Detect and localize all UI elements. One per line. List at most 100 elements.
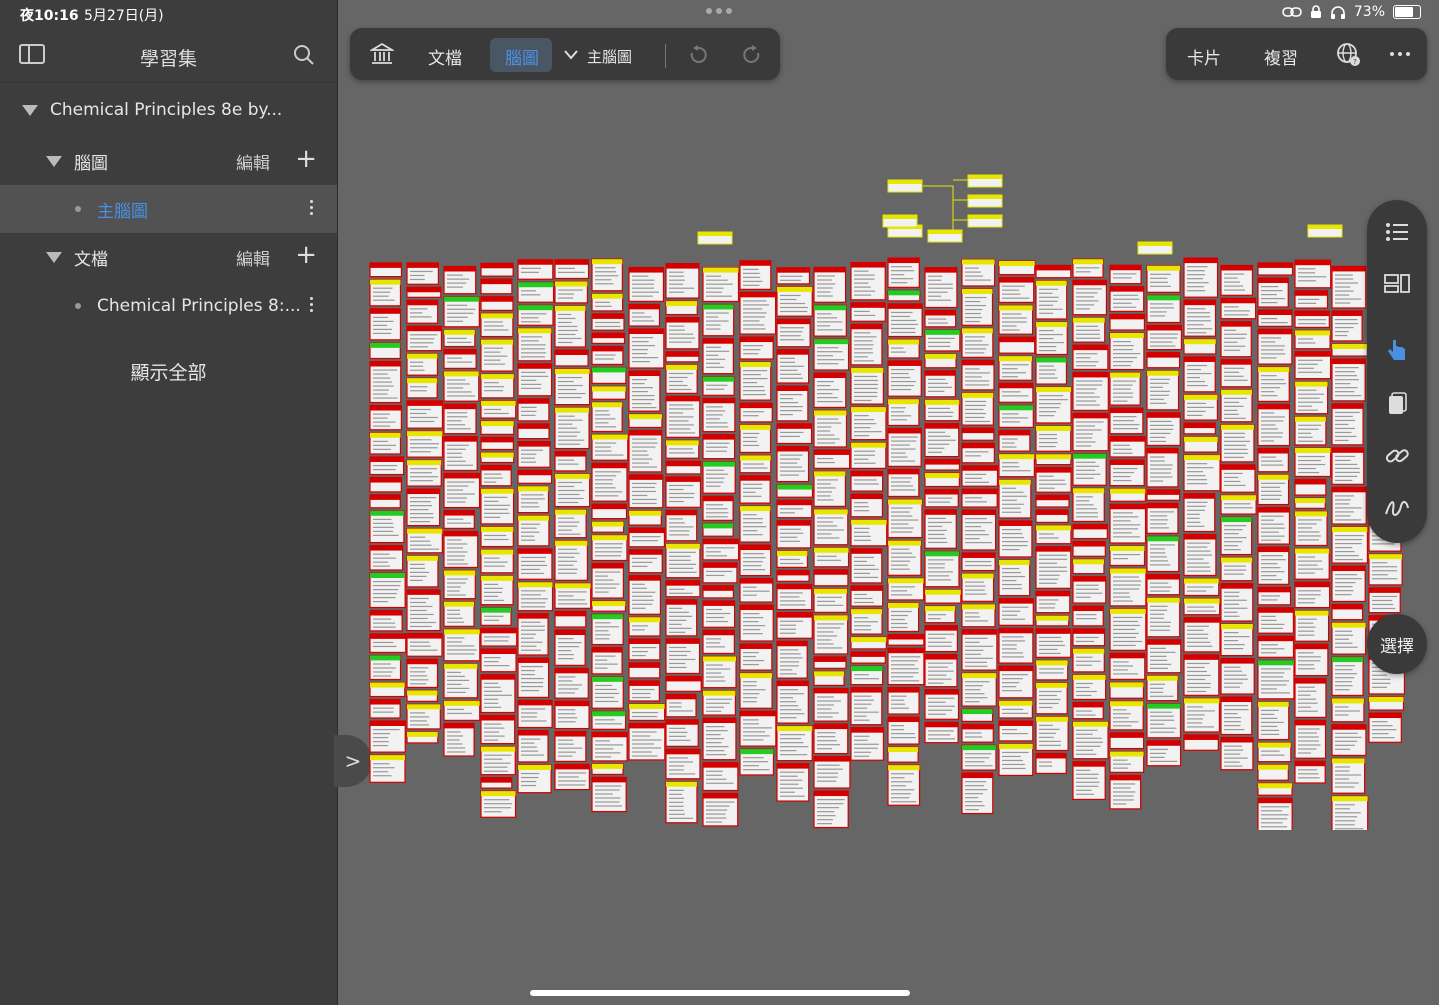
mindmap-node[interactable]: [406, 353, 439, 376]
mindmap-node[interactable]: [776, 445, 810, 483]
mindmap-node[interactable]: [406, 286, 442, 298]
mindmap-node[interactable]: [406, 377, 438, 399]
mindmap-node[interactable]: [702, 522, 734, 537]
mindmap-node[interactable]: [1220, 424, 1255, 463]
show-all-button[interactable]: 顯示全部: [0, 358, 337, 385]
mindmap-node[interactable]: [443, 370, 480, 402]
mindmap-node[interactable]: [665, 364, 698, 394]
mindmap-node[interactable]: [628, 680, 660, 702]
mindmap-node[interactable]: [1220, 516, 1253, 556]
mindmap-node[interactable]: [480, 777, 513, 789]
mindmap-node[interactable]: [998, 336, 1036, 354]
mindmap-node[interactable]: [1146, 675, 1179, 702]
mindmap-node[interactable]: [776, 612, 813, 639]
mindmap-node[interactable]: [665, 262, 700, 299]
mindmap-node[interactable]: [1035, 425, 1072, 452]
mindmap-node[interactable]: [813, 755, 851, 789]
mindmap-node[interactable]: [739, 424, 772, 454]
mindmap-node[interactable]: [1183, 577, 1220, 597]
mindmap-node[interactable]: [850, 323, 883, 366]
mindmap-node[interactable]: [406, 488, 441, 527]
mindmap-node[interactable]: [369, 404, 402, 431]
mindmap-node[interactable]: [554, 259, 590, 280]
mindmap-node[interactable]: [591, 676, 624, 709]
mindmap-node[interactable]: [813, 508, 849, 546]
mindmap-node[interactable]: [1220, 658, 1255, 695]
mindmap-node[interactable]: [480, 436, 514, 451]
mindmap-node[interactable]: [1257, 701, 1290, 741]
mindmap-node[interactable]: [1331, 603, 1364, 621]
review-button[interactable]: 複習: [1264, 44, 1298, 69]
mindmap-node[interactable]: [887, 577, 925, 601]
mindmap-node[interactable]: [850, 727, 885, 761]
mindmap-node[interactable]: [1294, 581, 1331, 609]
mindmap-node[interactable]: [702, 792, 739, 827]
mindmap-node[interactable]: [1183, 617, 1221, 653]
mindmap-node[interactable]: [1146, 597, 1181, 638]
mindmap-node[interactable]: [480, 400, 517, 419]
mindmap-node[interactable]: [1137, 241, 1173, 255]
link-icon[interactable]: [1383, 442, 1411, 470]
mindmap-node[interactable]: [591, 401, 623, 433]
mindmap-node[interactable]: [517, 398, 550, 422]
mindmap-node[interactable]: [961, 359, 995, 391]
mindmap-node[interactable]: [1072, 344, 1109, 371]
mindmap-node[interactable]: [776, 520, 812, 549]
mindmap-node[interactable]: [813, 723, 849, 755]
mindmap-node[interactable]: [628, 429, 663, 473]
mindmap-node[interactable]: [1146, 639, 1182, 674]
group-row-docs[interactable]: 文檔 編輯 +: [0, 233, 337, 281]
mindmap-node[interactable]: [628, 549, 663, 574]
mindmap-node[interactable]: [628, 328, 665, 369]
mindmap-node[interactable]: [554, 280, 589, 304]
mindmap-node[interactable]: [1294, 447, 1332, 478]
mindmap-node[interactable]: [443, 601, 475, 627]
mindmap-node[interactable]: [406, 459, 442, 487]
mindmap-node[interactable]: [998, 720, 1034, 742]
mindmap-node[interactable]: [1109, 313, 1146, 331]
mindmap-node[interactable]: [591, 313, 625, 331]
mindmap-node[interactable]: [1109, 371, 1141, 406]
mindmap-node[interactable]: [554, 610, 587, 628]
mindmap-node[interactable]: [517, 657, 550, 698]
mindmap-node[interactable]: [813, 656, 847, 669]
mindmap-node[interactable]: [443, 265, 477, 295]
mindmap-node[interactable]: [776, 349, 810, 384]
mindmap-node[interactable]: [739, 336, 774, 360]
project-row[interactable]: Chemical Principles 8e by...: [0, 86, 337, 134]
mindmap-node[interactable]: [369, 698, 401, 719]
mindmap-node[interactable]: [591, 600, 627, 612]
mindmap-node[interactable]: [850, 651, 886, 664]
mindmap-node[interactable]: [1072, 279, 1108, 316]
mindmap-node[interactable]: [406, 632, 443, 657]
mindmap-node[interactable]: [591, 503, 628, 520]
mindmap-node[interactable]: [1368, 553, 1403, 586]
mindmap-node[interactable]: [1220, 297, 1257, 320]
mindmap-node[interactable]: [924, 625, 958, 653]
mindmap-node[interactable]: [967, 214, 1003, 228]
mindmap-node[interactable]: [480, 627, 518, 647]
mindmap-node[interactable]: [1294, 643, 1329, 677]
mindmap-node[interactable]: [776, 423, 813, 445]
mindmap-node[interactable]: [924, 309, 957, 328]
mindmap-node[interactable]: [665, 693, 697, 718]
mindmap-node[interactable]: [554, 450, 587, 472]
mindmap-node[interactable]: [702, 397, 736, 433]
mindmap-node[interactable]: [1331, 656, 1364, 697]
mindmap-node[interactable]: [517, 613, 549, 656]
expand-panel-button[interactable]: >: [334, 735, 372, 787]
mindmap-node[interactable]: [1035, 659, 1069, 681]
mindmap-node[interactable]: [697, 231, 733, 245]
mindmap-node[interactable]: [480, 278, 513, 295]
cards-button[interactable]: 卡片: [1187, 44, 1221, 69]
undo-icon[interactable]: [688, 45, 708, 65]
mindmap-node[interactable]: [776, 550, 809, 568]
mindmap-node[interactable]: [517, 304, 554, 326]
mindmap-node[interactable]: [1307, 224, 1343, 238]
mindmap-node[interactable]: [1220, 556, 1253, 582]
mindmap-node[interactable]: [1146, 370, 1180, 411]
mindmap-node[interactable]: [813, 266, 847, 303]
mindmap-node[interactable]: [1109, 652, 1146, 680]
mindmap-node[interactable]: [591, 258, 623, 292]
web-search-icon[interactable]: ?: [1336, 42, 1362, 68]
